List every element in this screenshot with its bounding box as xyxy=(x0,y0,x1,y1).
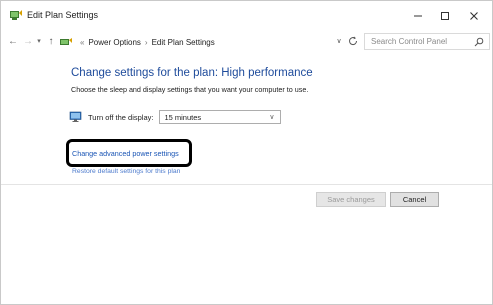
turn-off-display-value: 15 minutes xyxy=(164,112,202,122)
power-options-icon xyxy=(10,10,22,20)
forward-button[interactable]: → xyxy=(22,34,34,48)
title-bar: Edit Plan Settings xyxy=(1,1,492,31)
turn-off-display-row: Turn off the display: 15 minutes ∨ xyxy=(69,109,282,125)
maximize-button[interactable] xyxy=(434,7,456,25)
address-bar-row: ← → ▾ ↑ « Power Options › Edit Plan Sett… xyxy=(1,31,492,53)
minimize-icon xyxy=(414,15,422,17)
window-title: Edit Plan Settings xyxy=(27,10,99,20)
save-changes-button[interactable]: Save changes xyxy=(316,192,386,207)
up-button[interactable]: ↑ xyxy=(46,34,56,48)
restore-default-settings-link[interactable]: Restore default settings for this plan xyxy=(72,168,180,175)
breadcrumb-overflow[interactable]: « xyxy=(80,38,84,47)
turn-off-display-label: Turn off the display: xyxy=(88,112,154,122)
page-description: Choose the sleep and display settings th… xyxy=(71,85,309,94)
breadcrumb-edit-plan-settings[interactable]: Edit Plan Settings xyxy=(152,38,215,47)
chevron-down-icon: ∨ xyxy=(269,114,275,121)
refresh-icon[interactable] xyxy=(347,35,359,47)
breadcrumb-power-options[interactable]: Power Options xyxy=(88,38,140,47)
edit-plan-settings-window: Edit Plan Settings ← → ▾ ↑ « Power Optio… xyxy=(0,0,493,305)
control-panel-icon xyxy=(60,38,72,45)
minimize-button[interactable] xyxy=(407,7,429,25)
address-bar[interactable]: « Power Options › Edit Plan Settings xyxy=(58,33,361,52)
maximize-icon xyxy=(441,12,449,20)
close-button[interactable] xyxy=(463,7,485,25)
footer-divider xyxy=(1,184,492,185)
search-input[interactable]: Search Control Panel xyxy=(364,33,490,50)
page-title: Change settings for the plan: High perfo… xyxy=(71,67,313,79)
cancel-button[interactable]: Cancel xyxy=(390,192,439,207)
back-button[interactable]: ← xyxy=(7,34,19,48)
turn-off-display-select[interactable]: 15 minutes ∨ xyxy=(159,110,282,124)
close-icon xyxy=(470,12,478,20)
search-icon[interactable] xyxy=(474,37,484,47)
address-dropdown-button[interactable]: ∨ xyxy=(334,36,344,46)
recent-locations-button[interactable]: ▾ xyxy=(35,34,43,48)
search-placeholder: Search Control Panel xyxy=(371,37,448,46)
change-advanced-power-settings-link[interactable]: Change advanced power settings xyxy=(72,149,179,158)
breadcrumb-separator: › xyxy=(144,38,148,47)
monitor-icon xyxy=(69,111,82,122)
main-content: Change settings for the plan: High perfo… xyxy=(1,53,492,185)
